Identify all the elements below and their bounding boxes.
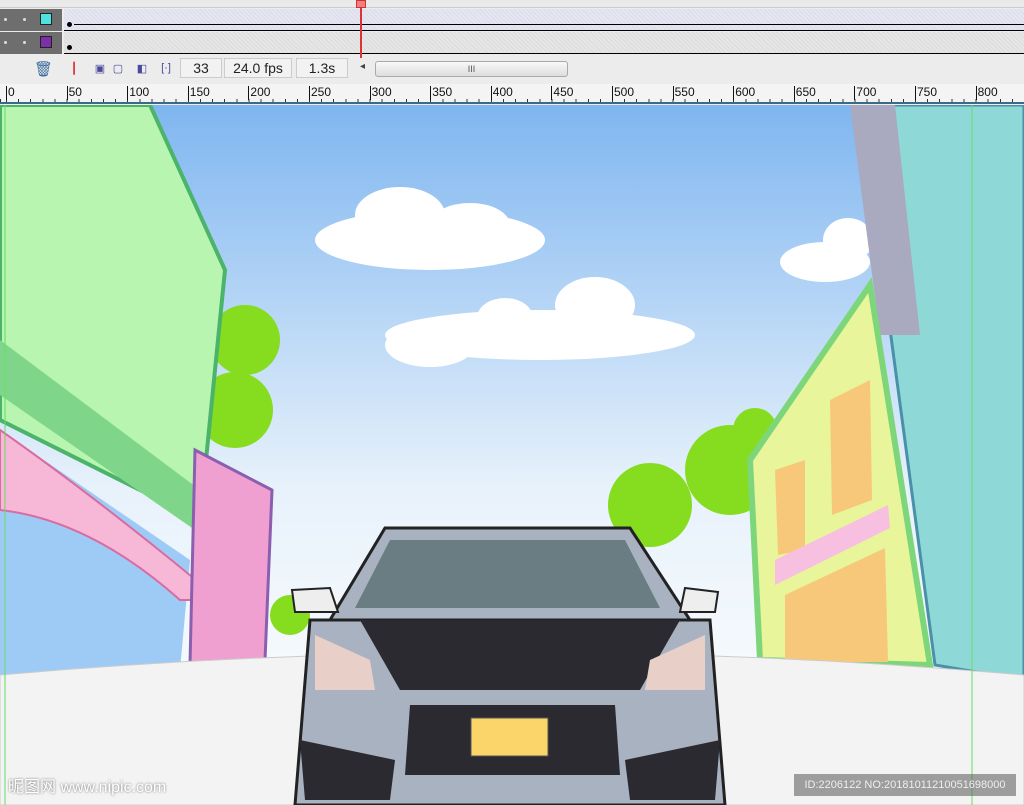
ruler-label: 450 [551, 85, 574, 100]
onion-outline-icon[interactable]: ▢ [110, 60, 126, 76]
layer-color-swatch[interactable] [40, 13, 52, 25]
ruler-label: 50 [66, 85, 82, 100]
ruler-label: 0 [6, 85, 15, 100]
stage-canvas[interactable]: 昵图网 www.nipic.com ID:2206122 NO:20181011… [0, 105, 1024, 805]
frame-header[interactable] [0, 0, 1024, 8]
trash-icon[interactable]: 🗑 [34, 60, 53, 78]
scroll-left-arrow[interactable]: ◂ [360, 61, 365, 72]
onion-markers-icon[interactable]: [·] [158, 60, 174, 76]
ruler-label: 250 [309, 85, 332, 100]
frame-row-1[interactable] [64, 9, 1024, 31]
layer-row-1[interactable] [0, 9, 62, 31]
ruler-label: 750 [915, 85, 938, 100]
lock-dot[interactable] [23, 41, 26, 44]
elapsed-time: 1.3s [296, 58, 348, 78]
ruler-label: 700 [854, 85, 877, 100]
street-illustration [0, 105, 1024, 805]
ruler-label: 300 [369, 85, 392, 100]
ruler-label: 150 [187, 85, 210, 100]
ruler-label: 650 [793, 85, 816, 100]
layer-color-swatch[interactable] [40, 36, 52, 48]
visibility-dot[interactable] [4, 41, 7, 44]
onion-skin-icon[interactable]: ▣ [92, 60, 108, 76]
timeline-panel: 🗑 ┃ ▣ ▢ ◧ [·] 33 24.0 fps 1.3s ◂ III [0, 0, 1024, 84]
ruler-label: 350 [430, 85, 453, 100]
frame-row-2[interactable] [64, 32, 1024, 54]
ruler-label: 200 [248, 85, 271, 100]
watermark-right: ID:2206122 NO:20181011210051698000 [794, 774, 1016, 796]
ruler-label: 550 [672, 85, 695, 100]
layer-row-2[interactable] [0, 32, 62, 54]
playhead[interactable] [360, 0, 362, 58]
current-frame[interactable]: 33 [180, 58, 222, 78]
ruler-label: 100 [127, 85, 150, 100]
center-frame-icon[interactable]: ┃ [66, 60, 82, 76]
lock-dot[interactable] [23, 18, 26, 21]
ruler-label: 800 [975, 85, 998, 100]
ruler-label: 400 [490, 85, 513, 100]
frame-rate[interactable]: 24.0 fps [224, 58, 292, 78]
watermark-left: 昵图网 www.nipic.com [8, 779, 167, 796]
ruler-label: 500 [612, 85, 635, 100]
ruler-label: 600 [733, 85, 756, 100]
visibility-dot[interactable] [4, 18, 7, 21]
horizontal-scrollbar-thumb[interactable]: III [375, 61, 568, 77]
playhead-handle[interactable] [356, 0, 366, 8]
edit-multiple-frames-icon[interactable]: ◧ [134, 60, 150, 76]
